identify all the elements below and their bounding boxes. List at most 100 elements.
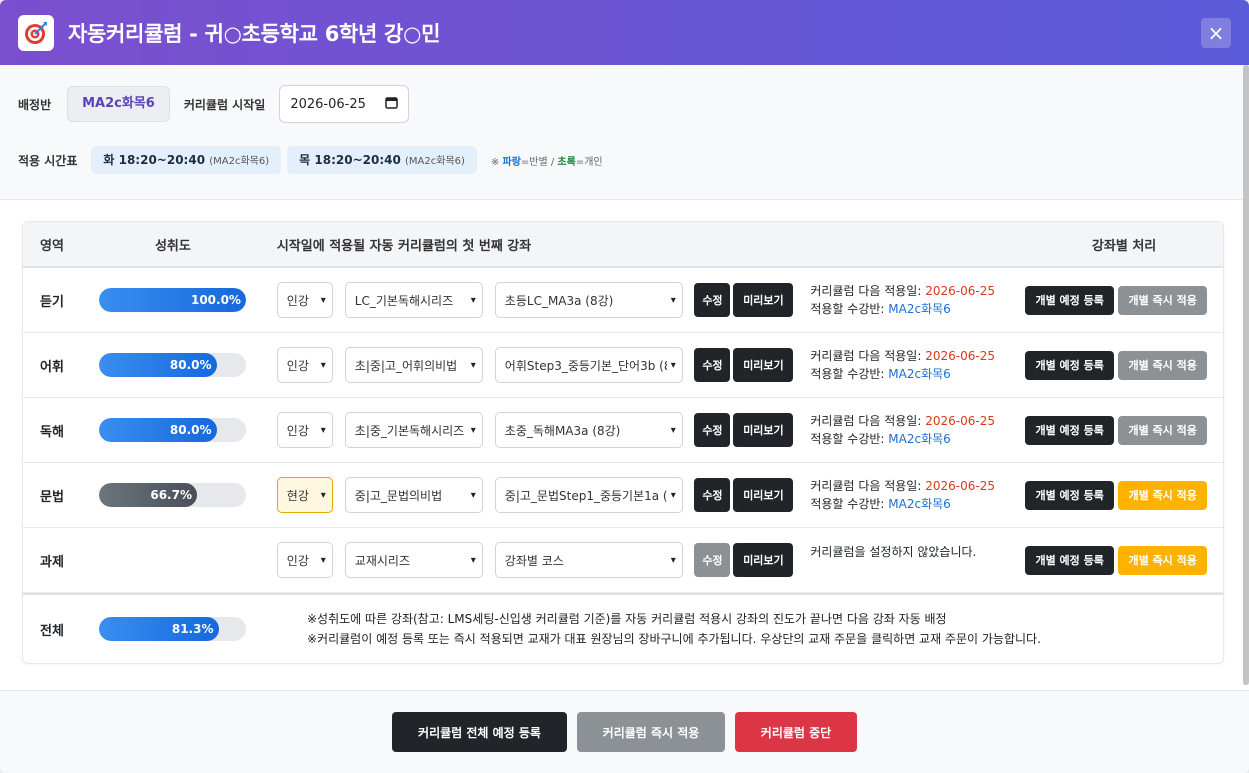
table-row: 듣기 100.0% 인강 ▾ LC_기본독해시리즈 ▾ 초등LC_MA3a (8강)… xyxy=(23,268,1223,333)
chevron-down-icon: ▾ xyxy=(670,554,676,566)
chevron-down-icon: ▾ xyxy=(670,359,676,371)
color-legend: ※ 파랑=반별 / 초록=개인 xyxy=(490,156,603,168)
series-select[interactable]: 초|중|고_어휘의비법 ▾ xyxy=(344,347,483,383)
table-row: 문법 66.7% 현강 ▾ 중|고_문법의비법 ▾ 중|고_문법Step1_중등기본… xyxy=(23,463,1223,528)
modal-footer: 커리큘럼 전체 예정 등록 커리큘럼 즉시 적용 커리큘럼 중단 xyxy=(0,690,1249,773)
table-row: 독해 80.0% 인강 ▾ 초|중_기본독해시리즈 ▾ 초중_독해MA3a (8강)… xyxy=(23,398,1223,463)
preview-button[interactable]: 미리보기 xyxy=(733,283,794,317)
edit-button[interactable]: 수정 xyxy=(694,348,731,382)
preview-button[interactable]: 미리보기 xyxy=(733,413,794,447)
edit-button[interactable]: 수정 xyxy=(694,543,731,577)
schedule-button[interactable]: 개별 예정 등록 xyxy=(1025,415,1115,445)
timetable-label: 적용 시간표 xyxy=(18,153,78,168)
curriculum-modal: 자동커리큘럼 - 귀○초등학교 6학년 강○민 × 배정반 MA2c화목6 커리… xyxy=(0,0,1249,773)
schedule-all-button[interactable]: 커리큘럼 전체 예정 등록 xyxy=(392,712,567,752)
lecture-type-select[interactable]: 인강 ▾ xyxy=(276,347,333,383)
class-label: 배정반 xyxy=(18,97,52,112)
scrollbar-thumb[interactable] xyxy=(1243,65,1249,685)
area-name: 듣기 xyxy=(40,294,64,310)
lecture-type-select[interactable]: 인강 ▾ xyxy=(276,542,333,578)
achievement-bar: 80.0% xyxy=(98,353,246,377)
curriculum-content: 영역 성취도 시작일에 적용될 자동 커리큘럼의 첫 번째 강좌 강좌별 처리 … xyxy=(0,200,1249,664)
course-select[interactable]: 초등LC_MA3a (8강) ▾ xyxy=(494,282,683,318)
achievement-fill: 81.3% xyxy=(99,617,219,641)
chevron-down-icon: ▾ xyxy=(320,359,326,371)
chevron-down-icon: ▾ xyxy=(470,489,476,501)
timetable-slot: 화 18:20~20:40 (MA2c화목6) xyxy=(91,146,282,174)
achievement-fill: 80.0% xyxy=(98,353,217,377)
start-date-value: 2026-06-25 xyxy=(290,96,366,112)
achievement-bar: 81.3% xyxy=(99,617,246,641)
chevron-down-icon: ▾ xyxy=(320,489,326,501)
curriculum-table: 영역 성취도 시작일에 적용될 자동 커리큘럼의 첫 번째 강좌 강좌별 처리 … xyxy=(22,221,1224,664)
chevron-down-icon: ▾ xyxy=(470,554,476,566)
apply-all-now-button[interactable]: 커리큘럼 즉시 적용 xyxy=(577,712,725,752)
not-set-info: 커리큘럼을 설정하지 않았습니다. xyxy=(810,545,977,559)
achievement-bar: 66.7% xyxy=(98,483,246,507)
chevron-down-icon: ▾ xyxy=(470,424,476,436)
next-apply-info: 커리큘럼 다음 적용일: 2026-06-25 적용할 수강반: MA2c화목6 xyxy=(810,284,995,316)
apply-now-button[interactable]: 개별 즉시 적용 xyxy=(1118,545,1208,575)
table-header: 영역 성취도 시작일에 적용될 자동 커리큘럼의 첫 번째 강좌 강좌별 처리 xyxy=(23,222,1223,268)
series-select[interactable]: 초|중_기본독해시리즈 ▾ xyxy=(344,412,483,448)
schedule-button[interactable]: 개별 예정 등록 xyxy=(1025,480,1115,510)
apply-now-button[interactable]: 개별 즉시 적용 xyxy=(1118,415,1208,445)
class-value: MA2c화목6 xyxy=(67,86,170,122)
area-name: 전체 xyxy=(40,623,64,639)
header-area: 영역 xyxy=(40,238,64,254)
preview-button[interactable]: 미리보기 xyxy=(733,348,794,382)
table-row: 어휘 80.0% 인강 ▾ 초|중|고_어휘의비법 ▾ 어휘Step3_중등기본_단… xyxy=(23,333,1223,398)
chevron-down-icon: ▾ xyxy=(320,554,326,566)
next-apply-info: 커리큘럼 다음 적용일: 2026-06-25 적용할 수강반: MA2c화목6 xyxy=(810,479,995,511)
scrollbar[interactable] xyxy=(1243,65,1249,685)
chevron-down-icon: ▾ xyxy=(470,359,476,371)
preview-button[interactable]: 미리보기 xyxy=(733,543,794,577)
chevron-down-icon: ▾ xyxy=(470,294,476,306)
lecture-type-select[interactable]: 인강 ▾ xyxy=(276,412,333,448)
series-select[interactable]: LC_기본독해시리즈 ▾ xyxy=(344,282,483,318)
chevron-down-icon: ▾ xyxy=(320,424,326,436)
stop-curriculum-button[interactable]: 커리큘럼 중단 xyxy=(735,712,857,752)
table-row: 과제 인강 ▾ 교재시리즈 ▾ 강좌별 코스 ▾ 수정 미리보기 커리큘럼을 설정하지… xyxy=(23,528,1223,593)
calendar-icon[interactable] xyxy=(385,96,399,113)
start-date-label: 커리큘럼 시작일 xyxy=(183,97,266,112)
next-apply-info: 커리큘럼 다음 적용일: 2026-06-25 적용할 수강반: MA2c화목6 xyxy=(810,414,995,446)
header-first-course: 시작일에 적용될 자동 커리큘럼의 첫 번째 강좌 xyxy=(276,238,532,254)
course-select[interactable]: 중|고_문법Step1_중등기본1a (8강)▾ xyxy=(494,477,683,513)
schedule-button[interactable]: 개별 예정 등록 xyxy=(1025,350,1115,380)
chevron-down-icon: ▾ xyxy=(670,489,676,501)
modal-header: 자동커리큘럼 - 귀○초등학교 6학년 강○민 × xyxy=(0,0,1249,65)
edit-button[interactable]: 수정 xyxy=(694,283,731,317)
achievement-bar: 100.0% xyxy=(98,288,246,312)
header-achievement: 성취도 xyxy=(154,238,191,254)
schedule-button[interactable]: 개별 예정 등록 xyxy=(1025,285,1115,315)
series-select[interactable]: 중|고_문법의비법 ▾ xyxy=(344,477,483,513)
chevron-down-icon: ▾ xyxy=(670,294,676,306)
achievement-bar: 80.0% xyxy=(98,418,246,442)
start-date-input[interactable]: 2026-06-25 xyxy=(279,85,410,123)
chevron-down-icon: ▾ xyxy=(320,294,326,306)
course-select[interactable]: 초중_독해MA3a (8강) ▾ xyxy=(494,412,683,448)
area-name: 과제 xyxy=(40,554,64,570)
chevron-down-icon: ▾ xyxy=(670,424,676,436)
edit-button[interactable]: 수정 xyxy=(694,413,731,447)
schedule-button[interactable]: 개별 예정 등록 xyxy=(1025,545,1115,575)
edit-button[interactable]: 수정 xyxy=(694,478,731,512)
preview-button[interactable]: 미리보기 xyxy=(733,478,794,512)
area-name: 독해 xyxy=(40,424,64,440)
area-name: 어휘 xyxy=(40,359,64,375)
close-button[interactable]: × xyxy=(1201,18,1231,48)
apply-now-button[interactable]: 개별 즉시 적용 xyxy=(1118,350,1208,380)
target-icon xyxy=(18,14,54,51)
lecture-type-select[interactable]: 현강 ▾ xyxy=(276,477,333,513)
lecture-type-select[interactable]: 인강 ▾ xyxy=(276,282,333,318)
header-actions: 강좌별 처리 xyxy=(1091,238,1157,254)
series-select[interactable]: 교재시리즈 ▾ xyxy=(344,542,483,578)
apply-now-button[interactable]: 개별 즉시 적용 xyxy=(1118,480,1208,510)
info-panel: 배정반 MA2c화목6 커리큘럼 시작일 2026-06-25 적용 시간표 화… xyxy=(0,65,1249,200)
apply-now-button[interactable]: 개별 즉시 적용 xyxy=(1118,285,1208,315)
next-apply-info: 커리큘럼 다음 적용일: 2026-06-25 적용할 수강반: MA2c화목6 xyxy=(810,349,995,381)
course-select[interactable]: 강좌별 코스 ▾ xyxy=(494,542,683,578)
modal-title: 자동커리큘럼 - 귀○초등학교 6학년 강○민 xyxy=(68,21,441,46)
course-select[interactable]: 어휘Step3_중등기본_단어3b (8강)▾ xyxy=(494,347,683,383)
